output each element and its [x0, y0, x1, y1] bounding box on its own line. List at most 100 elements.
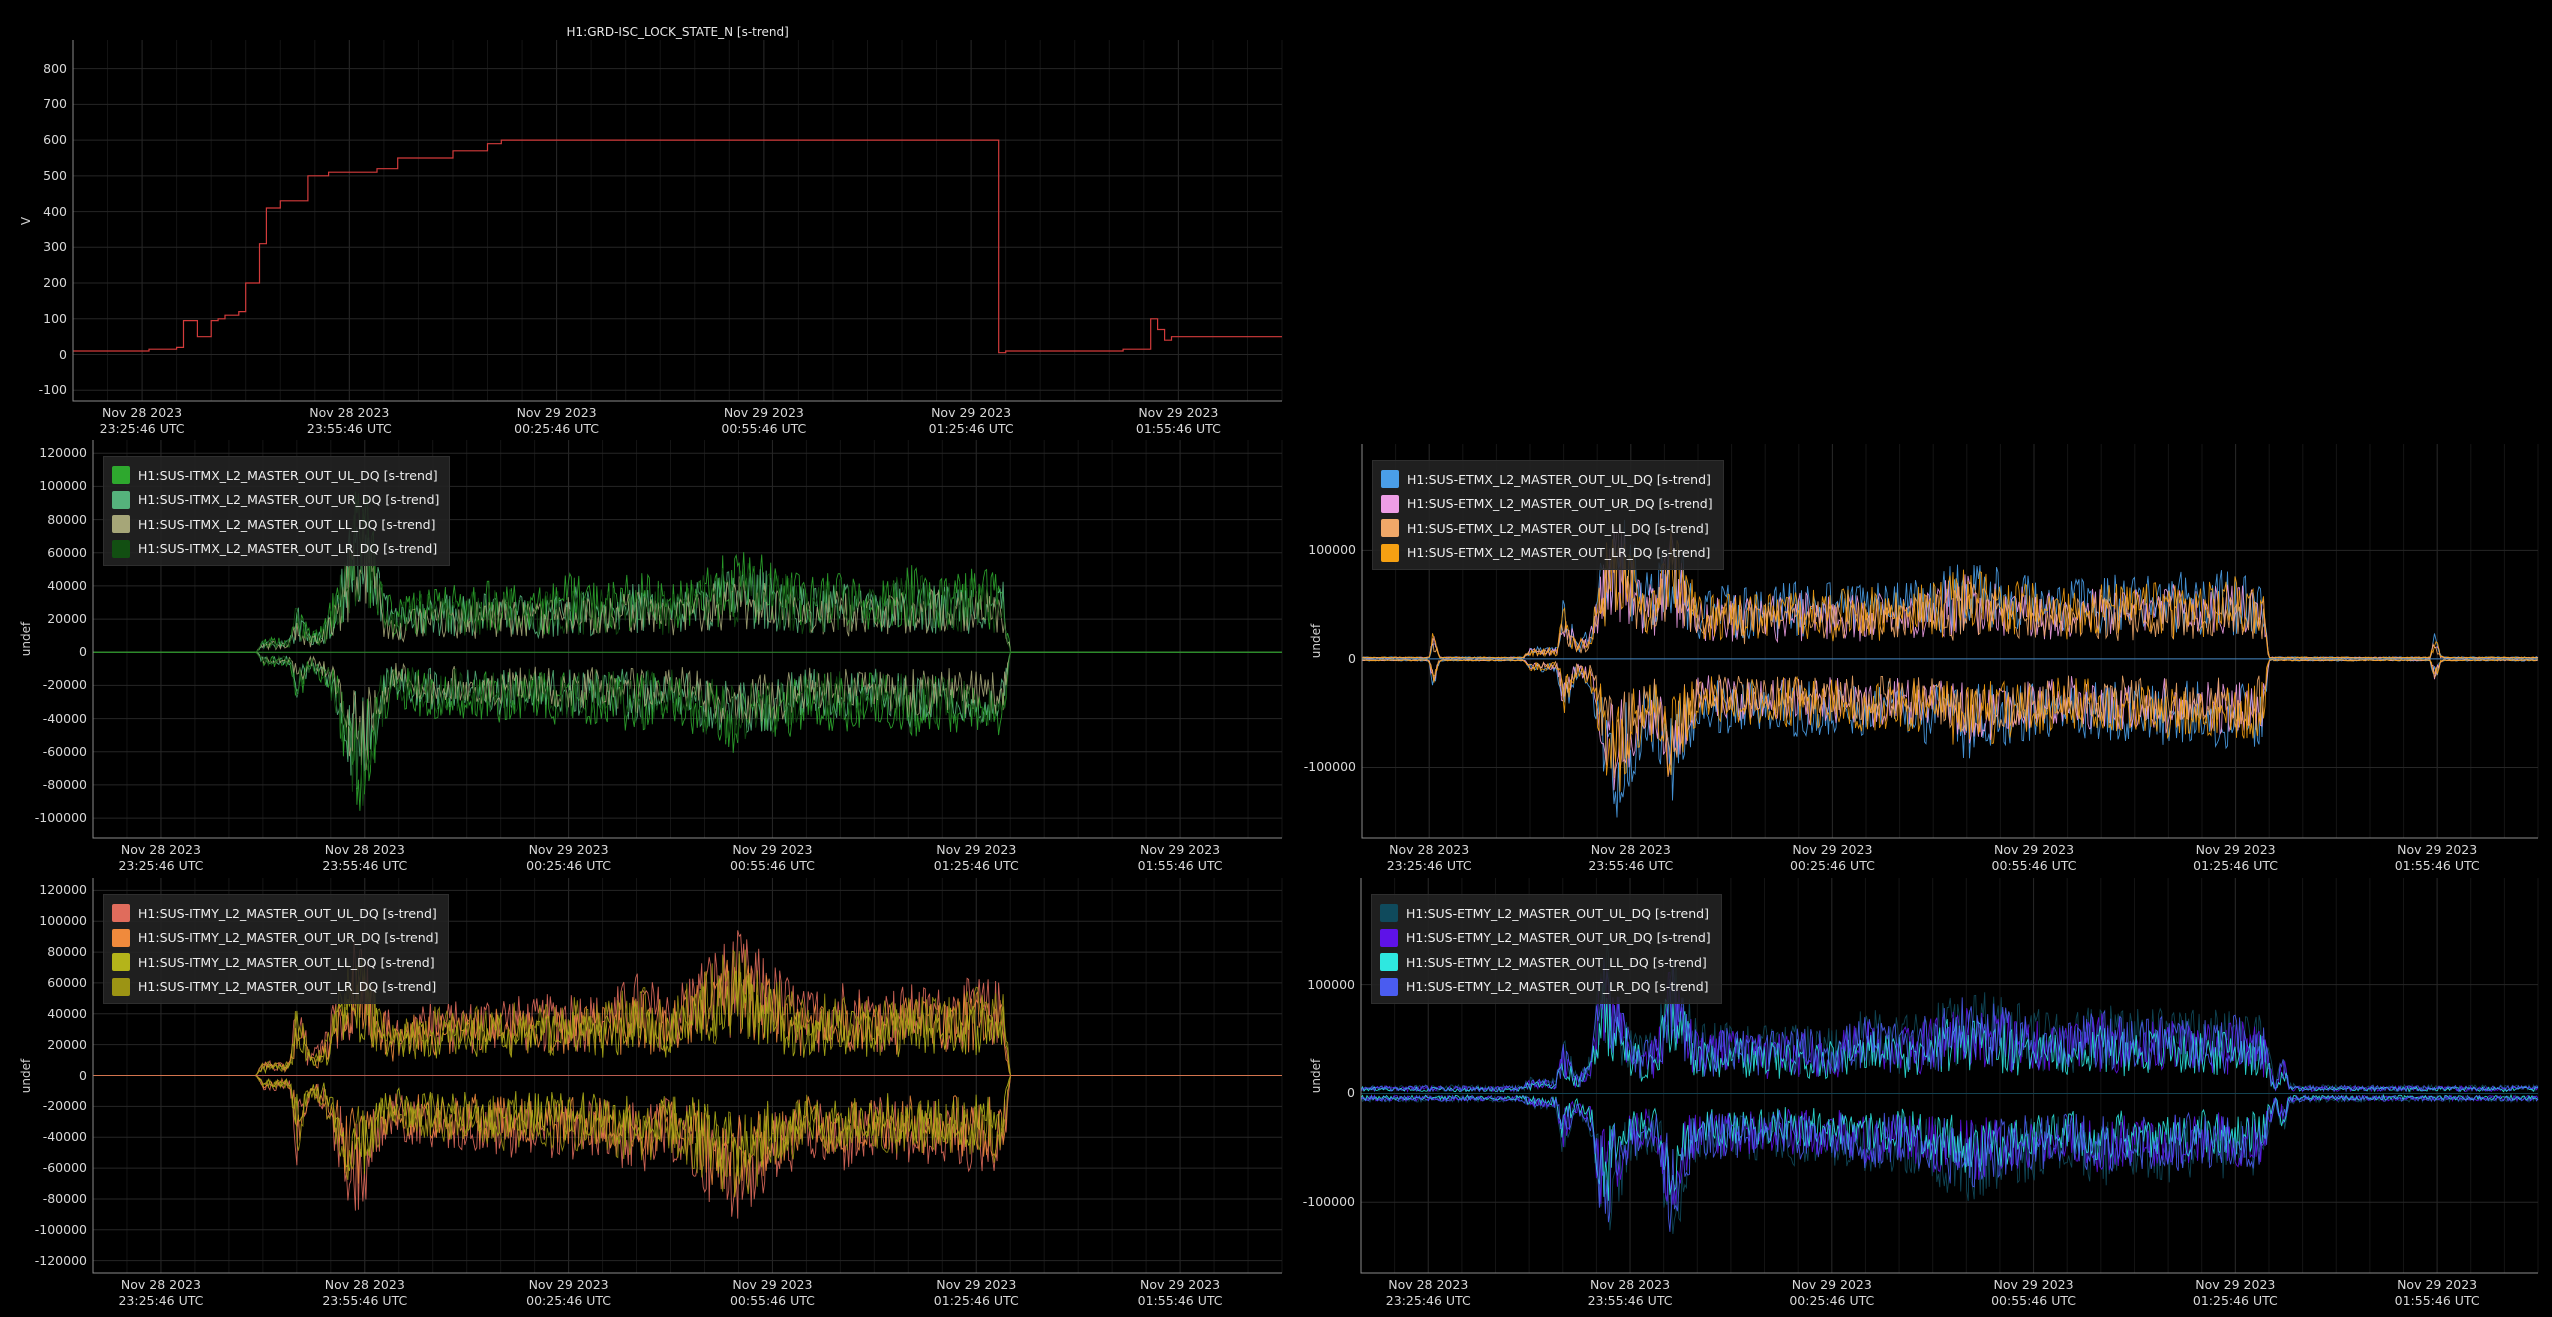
series-trace-lower — [93, 651, 1282, 771]
legend-item[interactable]: H1:SUS-ETMX_L2_MASTER_OUT_LL_DQ [s-trend… — [1381, 516, 1713, 541]
legend-label: H1:SUS-ETMY_L2_MASTER_OUT_UL_DQ [s-trend… — [1406, 905, 1709, 921]
y-tick-label: 100 — [43, 310, 67, 326]
legend-swatch — [1380, 928, 1398, 947]
legend-swatch — [112, 953, 130, 972]
y-axis-label: undef — [19, 621, 34, 657]
legend-label: H1:SUS-ITMX_L2_MASTER_OUT_UR_DQ [s-trend… — [138, 492, 440, 508]
x-tick-label: Nov 29 2023 00:25:46 UTC — [1789, 1277, 1875, 1308]
x-tick-label: Nov 28 2023 23:25:46 UTC — [99, 405, 185, 436]
legend-swatch — [112, 515, 130, 534]
legend-item[interactable]: H1:SUS-ETMY_L2_MASTER_OUT_LL_DQ [s-trend… — [1380, 950, 1711, 975]
series-trace-lower — [93, 651, 1282, 806]
y-tick-label: -100000 — [1303, 759, 1356, 775]
x-tick-label: Nov 28 2023 23:25:46 UTC — [118, 1277, 204, 1308]
y-tick-label: -120000 — [34, 1252, 87, 1268]
x-tick-label: Nov 29 2023 01:25:46 UTC — [928, 405, 1014, 436]
x-tick-label: Nov 28 2023 23:55:46 UTC — [1587, 1277, 1673, 1308]
legend-item[interactable]: H1:SUS-ETMX_L2_MASTER_OUT_UL_DQ [s-trend… — [1381, 467, 1713, 492]
y-axis-label: undef — [1309, 1058, 1324, 1093]
x-tick-label: Nov 29 2023 00:55:46 UTC — [1991, 842, 2077, 873]
y-tick-label: 0 — [79, 644, 87, 660]
y-tick-label: 40000 — [47, 577, 87, 593]
y-tick-label: 200 — [43, 275, 67, 291]
chart-legend: H1:SUS-ETMX_L2_MASTER_OUT_UL_DQ [s-trend… — [1372, 460, 1724, 570]
legend-swatch — [112, 977, 130, 996]
y-tick-label: -40000 — [42, 710, 87, 726]
series-trace-lower — [1360, 1093, 2539, 1235]
chart-panel-itmx: -100000 -80000 -60000 -40000 -20000 0 20000 400… — [0, 440, 1290, 876]
x-tick-label: Nov 28 2023 23:55:46 UTC — [322, 842, 408, 873]
legend-item[interactable]: H1:SUS-ETMX_L2_MASTER_OUT_UR_DQ [s-trend… — [1381, 492, 1713, 517]
y-tick-label: -60000 — [42, 1160, 87, 1176]
y-tick-label: 0 — [59, 346, 67, 362]
series-trace-lower — [93, 651, 1282, 789]
legend-swatch — [1381, 494, 1399, 513]
y-tick-label: -40000 — [42, 1129, 87, 1145]
y-tick-label: 800 — [43, 60, 67, 76]
legend-swatch — [1381, 543, 1399, 562]
legend-item[interactable]: H1:SUS-ITMY_L2_MASTER_OUT_LR_DQ [s-trend… — [112, 975, 438, 1000]
legend-item[interactable]: H1:SUS-ITMY_L2_MASTER_OUT_LL_DQ [s-trend… — [112, 950, 438, 975]
x-tick-label: Nov 29 2023 01:55:46 UTC — [2394, 842, 2480, 873]
legend-label: H1:SUS-ETMY_L2_MASTER_OUT_LL_DQ [s-trend… — [1406, 954, 1707, 970]
y-tick-label: 80000 — [47, 511, 87, 527]
y-tick-label: -100 — [38, 382, 67, 398]
legend-label: H1:SUS-ETMX_L2_MASTER_OUT_LR_DQ [s-trend… — [1407, 545, 1711, 561]
legend-item[interactable]: H1:SUS-ITMX_L2_MASTER_OUT_UL_DQ [s-trend… — [112, 463, 439, 488]
y-tick-label: 0 — [1348, 650, 1356, 666]
y-tick-label: 100000 — [39, 478, 87, 494]
legend-swatch — [112, 490, 130, 509]
y-tick-label: 60000 — [47, 974, 87, 990]
y-tick-label: 40000 — [47, 1005, 87, 1021]
legend-label: H1:SUS-ITMY_L2_MASTER_OUT_UR_DQ [s-trend… — [138, 930, 439, 946]
legend-item[interactable]: H1:SUS-ETMX_L2_MASTER_OUT_LR_DQ [s-trend… — [1381, 541, 1713, 566]
y-tick-label: 300 — [43, 239, 67, 255]
y-tick-label: 100000 — [1308, 542, 1356, 558]
legend-swatch — [112, 928, 130, 947]
x-tick-label: Nov 28 2023 23:25:46 UTC — [118, 842, 204, 873]
y-tick-label: 0 — [79, 1067, 87, 1083]
y-tick-label: -80000 — [42, 776, 87, 792]
legend-swatch — [112, 539, 130, 558]
x-tick-label: Nov 29 2023 00:55:46 UTC — [1991, 1277, 2077, 1308]
chart-panel-etmx: -100000 0 100000 Nov 28 2023 23:25:46 UTC No… — [1290, 440, 2552, 876]
legend-item[interactable]: H1:SUS-ITMX_L2_MASTER_OUT_LR_DQ [s-trend… — [112, 537, 439, 562]
x-tick-label: Nov 29 2023 01:25:46 UTC — [933, 842, 1019, 873]
legend-swatch — [1380, 977, 1398, 996]
legend-item[interactable]: H1:SUS-ETMY_L2_MASTER_OUT_LR_DQ [s-trend… — [1380, 975, 1711, 1000]
series-trace-lower — [93, 651, 1282, 811]
x-tick-label: Nov 29 2023 00:25:46 UTC — [1789, 842, 1875, 873]
x-tick-label: Nov 29 2023 00:25:46 UTC — [514, 405, 600, 436]
x-tick-label: Nov 29 2023 01:55:46 UTC — [1137, 1277, 1223, 1308]
x-tick-label: Nov 29 2023 01:55:46 UTC — [1137, 842, 1223, 873]
y-tick-label: -100000 — [34, 810, 87, 826]
x-tick-label: Nov 28 2023 23:25:46 UTC — [1385, 1277, 1471, 1308]
chart-title: H1:GRD-ISC_LOCK_STATE_N [s-trend] — [566, 25, 789, 39]
legend-swatch — [1380, 904, 1398, 923]
legend-label: H1:SUS-ITMY_L2_MASTER_OUT_LL_DQ [s-trend… — [138, 954, 435, 970]
y-tick-label: 500 — [43, 167, 67, 183]
y-tick-label: 700 — [43, 96, 67, 112]
chart-panel-etmy: -100000 0 100000 Nov 28 2023 23:25:46 UTC No… — [1290, 876, 2552, 1317]
legend-item[interactable]: H1:SUS-ITMX_L2_MASTER_OUT_LL_DQ [s-trend… — [112, 512, 439, 537]
chart-legend: H1:SUS-ETMY_L2_MASTER_OUT_UL_DQ [s-trend… — [1371, 894, 1722, 1004]
plot-svg — [72, 40, 1283, 402]
y-axis-label: V — [19, 216, 34, 225]
x-tick-label: Nov 28 2023 23:55:46 UTC — [306, 405, 392, 436]
legend-item[interactable]: H1:SUS-ETMY_L2_MASTER_OUT_UL_DQ [s-trend… — [1380, 901, 1711, 926]
legend-item[interactable]: H1:SUS-ETMY_L2_MASTER_OUT_UR_DQ [s-trend… — [1380, 926, 1711, 951]
series-trace-lower — [1360, 1093, 2539, 1201]
x-tick-label: Nov 29 2023 00:55:46 UTC — [729, 1277, 815, 1308]
legend-swatch — [1380, 953, 1398, 972]
x-tick-label: Nov 29 2023 00:25:46 UTC — [526, 842, 612, 873]
y-tick-label: 120000 — [39, 445, 87, 461]
axes — [72, 40, 1282, 402]
y-tick-label: 20000 — [47, 611, 87, 627]
legend-item[interactable]: H1:SUS-ITMY_L2_MASTER_OUT_UR_DQ [s-trend… — [112, 926, 438, 951]
legend-item[interactable]: H1:SUS-ITMX_L2_MASTER_OUT_UR_DQ [s-trend… — [112, 488, 439, 513]
legend-label: H1:SUS-ETMY_L2_MASTER_OUT_UR_DQ [s-trend… — [1406, 930, 1711, 946]
legend-swatch — [1381, 470, 1399, 489]
y-tick-label: -100000 — [1302, 1194, 1355, 1210]
legend-item[interactable]: H1:SUS-ITMY_L2_MASTER_OUT_UL_DQ [s-trend… — [112, 901, 438, 926]
y-tick-label: 20000 — [47, 1036, 87, 1052]
